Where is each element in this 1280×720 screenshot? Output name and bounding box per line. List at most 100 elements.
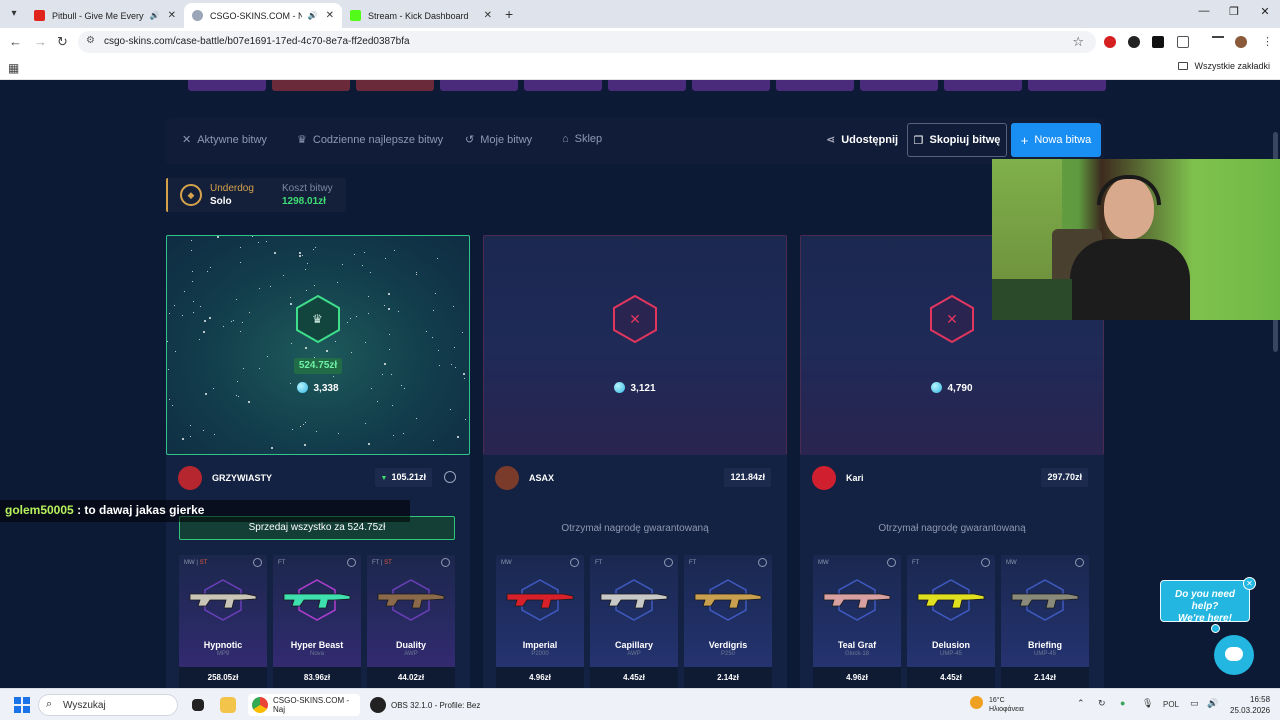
windows-start-icon[interactable] [14,697,30,713]
star-dot [362,265,363,266]
help-bubble[interactable]: Do you need help? We're here! [1160,580,1250,624]
reload-icon[interactable]: ↻ [57,34,68,50]
tab-kick-dashboard[interactable]: Stream - Kick Dashboard ✕ [342,3,500,28]
back-icon[interactable]: ← [9,34,22,49]
tray-app-icon[interactable]: ● [1120,698,1125,708]
item-card[interactable]: FT Delusion UMP-45 4.45zł [907,555,995,688]
audio-icon[interactable]: 🔊 [308,11,318,20]
url-field[interactable]: ⚙ csgo-skins.com/case-battle/b07e1691-17… [78,31,1096,53]
tab-title: Stream - Kick Dashboard [368,10,469,21]
clock[interactable]: 16:58 25.03.2026 [1230,694,1270,716]
audio-icon[interactable]: 🔊 [150,11,160,20]
item-card[interactable]: MW Briefing UMP-45 2.14zł [1001,555,1089,688]
forward-icon[interactable]: → [34,34,47,49]
favorite-icon[interactable] [1075,558,1084,567]
taskbar-chrome[interactable]: CSGO-SKINS.COM - Naj [248,694,360,716]
case-thumb[interactable] [272,80,350,91]
case-thumb[interactable] [524,80,602,91]
case-thumb[interactable] [356,80,434,91]
avatar[interactable] [178,466,202,490]
taskbar-search[interactable]: ⌕ Wyszukaj [38,694,178,716]
case-thumb[interactable] [1028,80,1106,91]
star-dot [326,350,328,352]
item-price: 4.96zł [496,667,584,688]
opera-extension-icon[interactable] [1104,36,1116,48]
taskbar-obs[interactable]: OBS 32.1.0 - Profile: Bez [370,694,490,716]
nav-daily-best[interactable]: ♛ Codzienne najlepsze bitwy [297,133,443,146]
item-card[interactable]: FT | ST Duality AWP 44.02zł [367,555,455,688]
language-indicator[interactable]: POL [1163,700,1179,709]
favorite-icon[interactable] [981,558,990,567]
item-card[interactable]: FT Capillary AWP 4.45zł [590,555,678,688]
favorite-icon[interactable] [664,558,673,567]
bookmark-star-icon[interactable]: ☆ [1072,34,1084,50]
star-dot [416,418,417,419]
case-thumb[interactable] [776,80,854,91]
emote-icon[interactable] [444,471,456,483]
reading-list-icon[interactable] [1212,36,1224,44]
favorite-icon[interactable] [887,558,896,567]
item-card[interactable]: MW | ST Hypnotic MP9 258.05zł [179,555,267,688]
item-card[interactable]: MW Teal Graf Glock-18 4.96zł [813,555,901,688]
microphone-icon[interactable]: 🎙 [1142,698,1153,709]
tab-pitbull[interactable]: Pitbull - Give Me Everything 🔊 ✕ [26,3,184,28]
copy-battle-button[interactable]: ❐ Skopiuj bitwę [907,123,1007,157]
all-bookmarks[interactable]: Wszystkie zakładki [1178,61,1270,71]
site-info-icon[interactable]: ⚙ [86,35,95,46]
extension-icon[interactable] [1128,36,1140,48]
close-icon[interactable]: ✕ [168,10,176,21]
nav-active-battles[interactable]: ✕ Aktywne bitwy [182,133,267,146]
folder-icon [220,697,236,713]
kick-icon [350,10,361,21]
volume-icon[interactable]: 🔊 [1207,698,1218,709]
tray-sync-icon[interactable]: ↻ [1098,698,1106,709]
new-tab-icon[interactable]: + [505,6,513,22]
case-thumb[interactable] [944,80,1022,91]
case-thumb[interactable] [440,80,518,91]
taskbar-explorer[interactable] [220,694,241,716]
minimize-icon[interactable]: — [1197,5,1211,17]
star-dot [416,272,417,273]
share-button[interactable]: ⋖ Udostępnij [826,133,898,146]
case-thumb[interactable] [692,80,770,91]
case-thumb[interactable] [608,80,686,91]
avatar[interactable] [495,466,519,490]
puzzle-icon[interactable] [1177,36,1189,48]
star-dot [462,332,463,333]
item-condition: MW [818,560,829,566]
support-chat-button[interactable] [1214,635,1254,675]
taskbar-task-view[interactable] [192,694,209,716]
network-icon[interactable]: ▭ [1190,698,1199,709]
weather-widget[interactable]: 16°C Ηλιοφάνεια [970,696,1024,714]
case-thumb[interactable] [188,80,266,91]
item-card[interactable]: MW Imperial P2000 4.96zł [496,555,584,688]
apps-grid-icon[interactable]: ▦ [8,61,19,75]
item-card[interactable]: FT Verdigris P250 2.14zł [684,555,772,688]
extension-icon[interactable] [1152,36,1164,48]
player-name[interactable]: GRZYWIASTY [212,473,272,483]
tab-csgo-skins[interactable]: CSGO-SKINS.COM - Najlep 🔊 ✕ [184,3,342,28]
help-close-icon[interactable]: ✕ [1243,577,1256,590]
favorite-icon[interactable] [253,558,262,567]
tray-chevron-icon[interactable]: ⌃ [1077,698,1085,709]
new-battle-button[interactable]: + Nowa bitwa [1011,123,1101,157]
item-card[interactable]: FT Hyper Beast Nova 83.96zł [273,555,361,688]
tab-search-icon[interactable]: ▾ [6,6,22,22]
player-name[interactable]: Kari [846,473,864,483]
favorite-icon[interactable] [570,558,579,567]
favorite-icon[interactable] [758,558,767,567]
profile-avatar[interactable] [1235,36,1247,48]
restore-icon[interactable]: ❐ [1227,5,1241,18]
favorite-icon[interactable] [441,558,450,567]
avatar[interactable] [812,466,836,490]
nav-my-battles[interactable]: ↺ Moje bitwy [465,133,532,146]
window-close-icon[interactable]: ✕ [1258,5,1272,18]
player-name[interactable]: ASAX [529,473,554,483]
star-dot [174,305,175,306]
close-icon[interactable]: ✕ [484,10,492,21]
case-thumb[interactable] [860,80,938,91]
favorite-icon[interactable] [347,558,356,567]
nav-shop[interactable]: ⌂ Sklep [562,133,602,145]
menu-icon[interactable]: ⋮ [1262,35,1273,48]
close-icon[interactable]: ✕ [326,10,334,21]
